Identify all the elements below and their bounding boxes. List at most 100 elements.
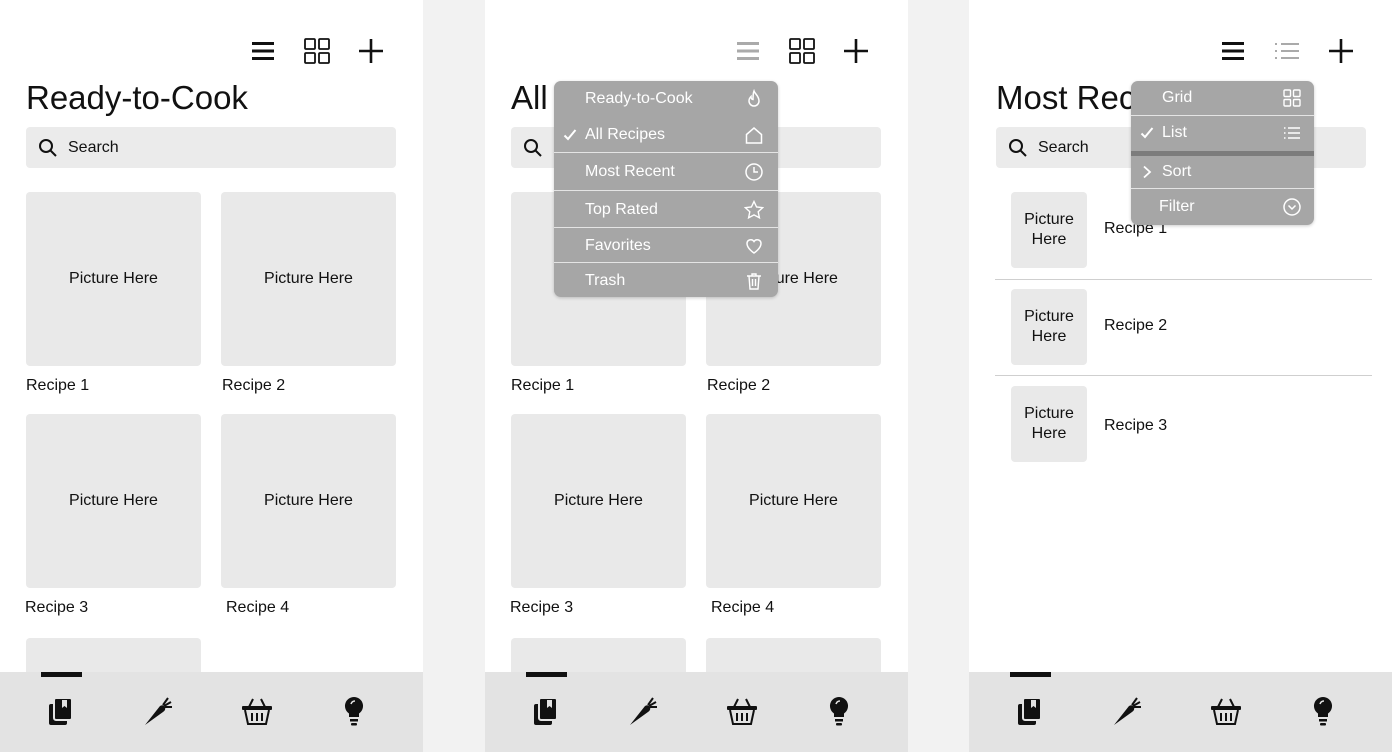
active-tab-indicator [41,672,82,677]
recipe-label[interactable]: Recipe 4 [226,599,289,617]
heart-icon [746,238,762,254]
recipe-card-image[interactable]: Picture Here [511,414,686,588]
lightbulb-icon[interactable] [1306,694,1340,728]
add-icon[interactable] [356,36,386,66]
menu-item-label: Most Recent [585,163,675,180]
grid-view-icon[interactable] [787,36,817,66]
menu-item-label: Filter [1159,198,1195,215]
menu-item-sort[interactable]: Sort [1131,156,1314,188]
all-recipes-screen: All Picture Here Recipe 1 Recipe 2 Pictu… [485,0,908,752]
picture-placeholder: Picture Here [69,492,158,509]
recipe-book-icon[interactable] [529,694,563,728]
recipe-thumbnail: Picture Here [1011,192,1087,268]
basket-icon[interactable] [240,694,274,728]
recipe-label[interactable]: Recipe 2 [707,377,770,395]
menu-item-grid[interactable]: Grid [1131,81,1314,115]
recipe-label[interactable]: Recipe 3 [25,599,88,617]
hamburger-menu-icon[interactable] [733,36,763,66]
menu-item-label: Ready-to-Cook [585,89,693,107]
search-icon [39,139,57,157]
menu-item-label: Sort [1162,163,1192,180]
checkmark-icon [563,129,577,141]
page-title: Ready-to-Cook [26,79,248,116]
menu-item-label: Favorites [585,236,651,254]
home-icon [745,127,763,144]
picture-placeholder: Picture Here [554,492,643,509]
recipe-card-image[interactable]: Picture Here [221,414,396,588]
recipe-card-image[interactable]: Picture Here [26,192,201,366]
menu-item-filter[interactable]: Filter [1131,189,1314,225]
list-divider [995,279,1372,280]
search-icon [524,139,542,157]
recipe-label[interactable]: Recipe 2 [222,377,285,395]
menu-divider [554,190,778,191]
menu-item-top-rated[interactable]: Top Rated [554,192,778,227]
picture-placeholder: Picture Here [264,492,353,509]
menu-item-ready-to-cook[interactable]: Ready-to-Cook [554,81,778,116]
search-placeholder: Search [68,139,119,156]
lightbulb-icon[interactable] [337,694,371,728]
active-tab-indicator [526,672,567,677]
checkmark-icon [1140,127,1154,139]
menu-item-label: Trash [585,271,626,289]
menu-item-label: Top Rated [585,200,658,218]
picture-placeholder: Picture Here [264,270,353,287]
carrot-icon[interactable] [141,694,175,728]
menu-item-most-recent[interactable]: Most Recent [554,154,778,190]
clock-icon [745,163,763,181]
menu-divider [554,152,778,153]
lightbulb-icon[interactable] [822,694,856,728]
star-icon [744,199,764,219]
grid-view-icon[interactable] [302,36,332,66]
picture-placeholder: Picture Here [1024,308,1074,345]
recipe-label[interactable]: Recipe 1 [511,377,574,395]
menu-item-label: Grid [1162,89,1193,106]
menu-item-list[interactable]: List [1131,116,1314,150]
search-input[interactable]: Search [26,127,396,168]
recipe-thumbnail: Picture Here [1011,386,1087,462]
recipe-thumbnail: Picture Here [1011,289,1087,365]
menu-item-trash[interactable]: Trash [554,264,778,297]
picture-placeholder: Picture Here [1024,211,1074,248]
menu-divider [554,262,778,263]
most-recent-list-screen: Most Rec Search Picture Here Recipe 1 Pic… [969,0,1392,752]
recipe-label[interactable]: Recipe 3 [510,599,573,617]
picture-placeholder: Picture Here [1024,405,1074,442]
view-options-menu: Grid List Sort Filter [1131,81,1314,225]
recipe-label[interactable]: Recipe 4 [711,599,774,617]
list-icon [1284,127,1300,139]
list-view-icon[interactable] [1272,36,1302,66]
menu-item-all-recipes[interactable]: All Recipes [554,118,778,152]
basket-icon[interactable] [725,694,759,728]
search-icon [1009,139,1027,157]
hamburger-menu-icon[interactable] [248,36,278,66]
basket-icon[interactable] [1209,694,1243,728]
carrot-icon[interactable] [626,694,660,728]
page-title: All [511,79,548,116]
list-item[interactable]: Picture Here Recipe 2 [995,289,1372,385]
recipe-card-image[interactable]: Picture Here [221,192,396,366]
search-placeholder: Search [1038,139,1089,156]
picture-placeholder: Picture Here [749,492,838,509]
menu-item-label: All Recipes [585,126,666,143]
hamburger-menu-icon[interactable] [1218,36,1248,66]
menu-item-favorites[interactable]: Favorites [554,229,778,262]
page-title: Most Rec [996,79,1136,116]
recipe-book-icon[interactable] [44,694,78,728]
list-item[interactable]: Picture Here Recipe 3 [995,386,1372,482]
carrot-icon[interactable] [1110,694,1144,728]
recipe-book-icon[interactable] [1013,694,1047,728]
list-divider [995,375,1372,376]
collection-dropdown-menu: Ready-to-Cook All Recipes Most Recent To… [554,81,778,297]
recipe-card-image[interactable]: Picture Here [706,414,881,588]
active-tab-indicator [1010,672,1051,677]
chevron-right-icon [1143,165,1152,179]
menu-item-label: List [1162,124,1187,141]
recipe-card-image[interactable]: Picture Here [26,414,201,588]
add-icon[interactable] [1326,36,1356,66]
menu-divider [554,227,778,228]
add-icon[interactable] [841,36,871,66]
ready-to-cook-screen: Ready-to-Cook Search Picture Here Pictur… [0,0,423,752]
recipe-label[interactable]: Recipe 1 [26,377,89,395]
recipe-label: Recipe 2 [1104,317,1168,334]
